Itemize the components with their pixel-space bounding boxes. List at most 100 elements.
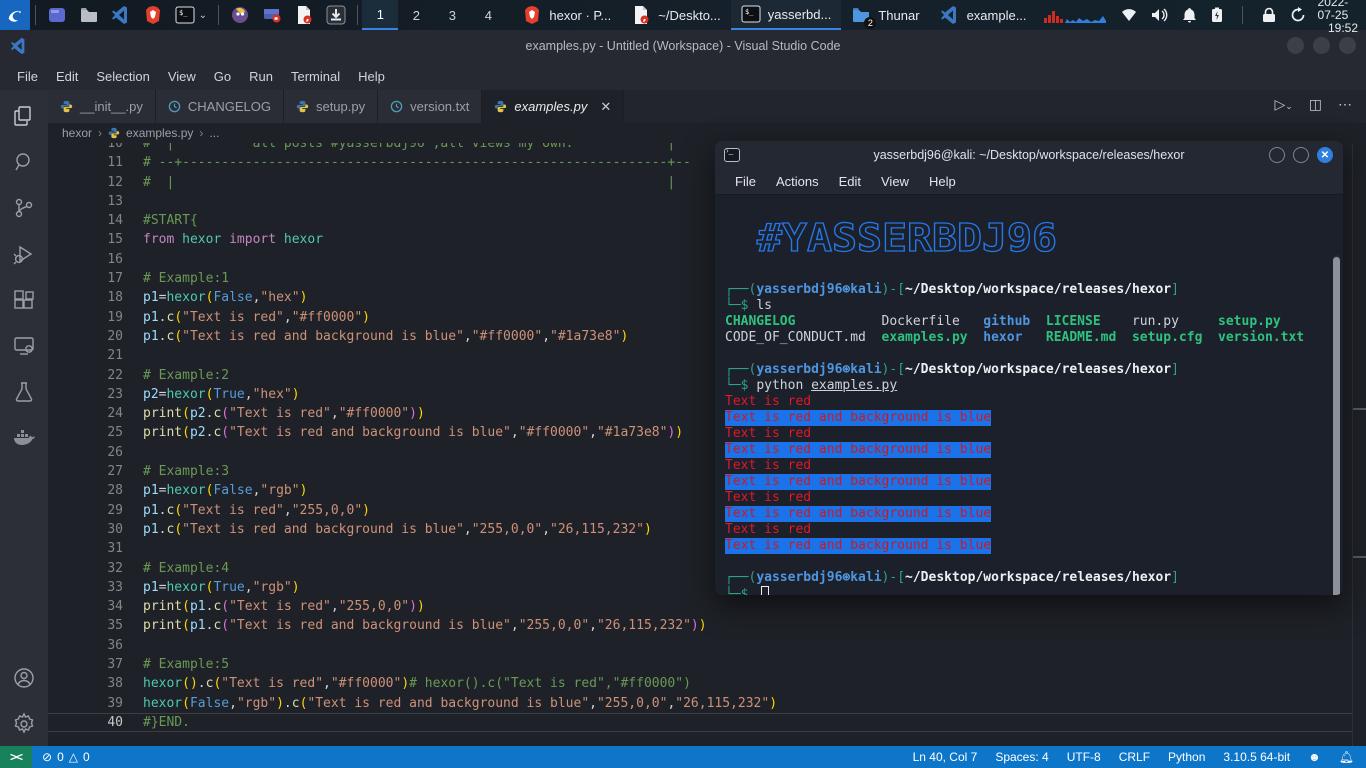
launcher-brave[interactable] xyxy=(137,0,169,30)
taskbar-clock[interactable]: 2022-07-25 19:52 xyxy=(1314,0,1366,30)
status-item-3[interactable]: CRLF xyxy=(1119,750,1150,764)
taskbar-window-thunar[interactable]: 2Thunar xyxy=(841,0,929,30)
problems-status[interactable]: ⊘0 △0 xyxy=(32,750,100,764)
split-editor-button[interactable]: ◫ xyxy=(1309,96,1322,113)
accounts-icon[interactable] xyxy=(12,666,36,690)
notifications-status-icon[interactable]: 🔔︎ xyxy=(1339,750,1354,764)
line-number: 27 xyxy=(48,462,143,481)
run-python-file-button[interactable]: ▷⌄ xyxy=(1274,96,1292,113)
status-item-2[interactable]: UTF-8 xyxy=(1067,750,1101,764)
explorer-icon[interactable] xyxy=(12,104,36,128)
update-globe-icon[interactable] xyxy=(1290,7,1306,23)
breadcrumb-item[interactable]: ... xyxy=(209,126,219,140)
status-item-5[interactable]: 3.10.5 64-bit xyxy=(1223,750,1290,764)
launcher-text-editor[interactable] xyxy=(288,0,320,30)
taskbar-window-example-[interactable]: example... xyxy=(930,0,1037,30)
terminal-menu-file[interactable]: File xyxy=(725,174,766,189)
system-monitor-graph[interactable] xyxy=(1037,0,1113,30)
editor-line-35[interactable]: 35print(p1.c("Text is red and background… xyxy=(48,616,1366,635)
close-button[interactable] xyxy=(1339,37,1356,54)
launcher-downloads[interactable] xyxy=(320,0,352,30)
kali-menu-button[interactable] xyxy=(0,0,30,30)
terminal-menu-help[interactable]: Help xyxy=(919,174,966,189)
status-right-items: Ln 40, Col 7 Spaces: 4 UTF-8 CRLF Python 3.10… xyxy=(913,750,1366,764)
editor-line-39[interactable]: 39hexor(False,"rgb").c("Text is red and … xyxy=(48,694,1366,713)
tab-examples-py[interactable]: examples.py✕ xyxy=(482,90,624,123)
feedback-icon[interactable]: ☻ xyxy=(1308,750,1321,764)
menu-edit[interactable]: Edit xyxy=(47,69,87,84)
status-item-1[interactable]: Spaces: 4 xyxy=(995,750,1048,764)
tab-version-txt[interactable]: version.txt xyxy=(378,90,482,123)
run-debug-icon[interactable] xyxy=(12,242,36,266)
terminal-close-button[interactable]: ✕ xyxy=(1317,147,1333,163)
workspace-button-3[interactable]: 3 xyxy=(434,0,470,30)
terminal-menu-actions[interactable]: Actions xyxy=(766,174,829,189)
terminal-titlebar[interactable]: yasserbdj96@kali: ~/Desktop/workspace/re… xyxy=(715,141,1343,169)
taskbar-window--deskto-[interactable]: ~/Deskto... xyxy=(621,0,731,30)
maximize-button[interactable] xyxy=(1313,37,1330,54)
terminal-minimize-button[interactable] xyxy=(1269,147,1285,163)
more-actions-button[interactable]: ⋯ xyxy=(1338,96,1352,113)
breadcrumb-item[interactable]: hexor xyxy=(62,126,92,140)
lock-icon[interactable] xyxy=(1262,7,1276,23)
terminal-menu-view[interactable]: View xyxy=(871,174,919,189)
editor-line-38[interactable]: 38hexor().c("Text is red","#ff0000")# he… xyxy=(48,674,1366,693)
launcher-vscode[interactable] xyxy=(105,0,137,30)
line-number: 15 xyxy=(48,230,143,249)
editor-line-40[interactable]: 40#}END. xyxy=(48,713,1366,732)
status-item-0[interactable]: Ln 40, Col 7 xyxy=(913,750,978,764)
tab-setup-py[interactable]: setup.py xyxy=(284,90,378,123)
tab-changelog[interactable]: CHANGELOG xyxy=(156,90,284,123)
launcher-gimp[interactable] xyxy=(224,0,256,30)
wifi-icon[interactable] xyxy=(1121,7,1137,23)
launcher-screen-share[interactable] xyxy=(256,0,288,30)
menu-help[interactable]: Help xyxy=(349,69,394,84)
breadcrumb-item[interactable]: examples.py xyxy=(126,126,193,140)
minimize-button[interactable] xyxy=(1287,37,1304,54)
remote-indicator[interactable]: >< xyxy=(0,746,32,768)
line-number: 13 xyxy=(48,192,143,211)
taskbar-window-hexor-p-[interactable]: hexor · P... xyxy=(512,0,621,30)
settings-gear-icon[interactable] xyxy=(12,712,36,736)
python-icon xyxy=(494,100,507,113)
tab-close-icon[interactable]: ✕ xyxy=(600,99,611,115)
brave-icon xyxy=(522,5,542,25)
editor-line-37[interactable]: 37# Example:5 xyxy=(48,655,1366,674)
menu-file[interactable]: File xyxy=(8,69,47,84)
editor-scrollbar[interactable] xyxy=(1352,143,1366,746)
vscode-titlebar[interactable]: examples.py - Untitled (Workspace) - Vis… xyxy=(0,30,1366,62)
chevron-down-icon[interactable]: ⌄ xyxy=(199,10,207,21)
workspace-button-1[interactable]: 1 xyxy=(362,0,398,30)
terminal-menu-edit[interactable]: Edit xyxy=(829,174,871,189)
docker-icon[interactable] xyxy=(12,426,36,450)
taskbar-window-yasserbd-[interactable]: $_yasserbd... xyxy=(731,0,842,30)
workspace-button-2[interactable]: 2 xyxy=(398,0,434,30)
extensions-icon[interactable] xyxy=(12,288,36,312)
menu-selection[interactable]: Selection xyxy=(87,69,158,84)
testing-flask-icon[interactable] xyxy=(12,380,36,404)
battery-icon[interactable] xyxy=(1211,7,1223,23)
menu-terminal[interactable]: Terminal xyxy=(282,69,349,84)
terminal-banner: #YASSERBDJ96 xyxy=(756,217,1061,261)
editor-line-36[interactable]: 36 xyxy=(48,636,1366,655)
workspace-button-4[interactable]: 4 xyxy=(470,0,506,30)
status-item-4[interactable]: Python xyxy=(1168,750,1205,764)
menu-view[interactable]: View xyxy=(159,69,205,84)
launcher-window-buttons[interactable] xyxy=(41,0,73,30)
launcher-terminal[interactable]: $_ ⌄ xyxy=(169,0,213,30)
remote-explorer-icon[interactable] xyxy=(12,334,36,358)
tab--init-py[interactable]: __init__.py xyxy=(48,90,156,123)
terminal-body[interactable]: #YASSERBDJ96 ┌──(yasserbdj96⊛kali)-[~/De… xyxy=(715,195,1343,595)
terminal-scrollbar-handle[interactable] xyxy=(1333,257,1340,595)
source-control-icon[interactable] xyxy=(12,196,36,220)
launcher-file-manager[interactable] xyxy=(73,0,105,30)
terminal-cursor xyxy=(761,586,769,595)
shell-prompt: ┌──(yasserbdj96⊛kali)-[~/Desktop/workspa… xyxy=(725,282,1333,314)
volume-icon[interactable] xyxy=(1151,7,1168,23)
menu-run[interactable]: Run xyxy=(240,69,282,84)
search-icon[interactable] xyxy=(12,150,36,174)
menu-go[interactable]: Go xyxy=(205,69,240,84)
editor-line-34[interactable]: 34print(p1.c("Text is red","255,0,0")) xyxy=(48,597,1366,616)
terminal-maximize-button[interactable] xyxy=(1293,147,1309,163)
notifications-bell-icon[interactable] xyxy=(1182,7,1197,23)
